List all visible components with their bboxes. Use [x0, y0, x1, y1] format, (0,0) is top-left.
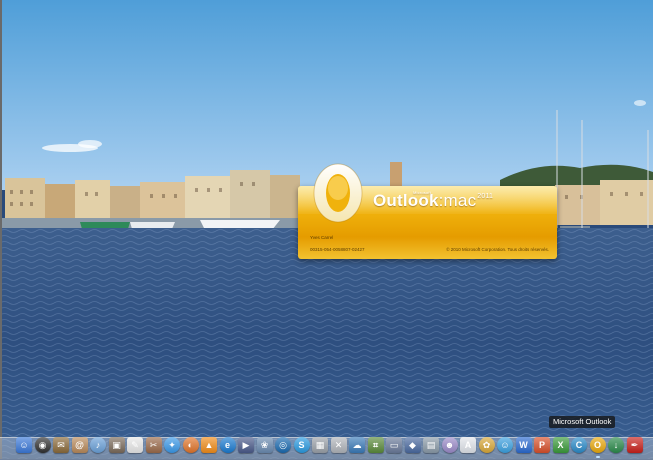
splash-product-name: Microsoft Outlook:mac2011 [373, 190, 494, 211]
finder-icon[interactable]: ☺ [16, 437, 32, 453]
outlook-logo-icon [313, 163, 363, 223]
chat-icon[interactable]: ☻ [441, 437, 458, 453]
skype-icon-glyph: S [298, 440, 305, 450]
splash-brand-year: 2011 [477, 193, 494, 200]
mail-icon-glyph: ✉ [57, 440, 65, 450]
finder-icon-glyph: ☺ [19, 440, 29, 450]
chat-icon-glyph: ☻ [444, 440, 455, 450]
system-prefs-icon-glyph: e [224, 440, 230, 450]
preview-icon[interactable]: ▣ [108, 437, 125, 453]
firefox-icon[interactable]: ◐ [182, 437, 199, 453]
network-icon-glyph: ☁ [352, 440, 362, 450]
acrobat-icon-glyph: ✒ [630, 440, 639, 450]
skype-icon[interactable]: S [293, 437, 310, 453]
communicator-icon[interactable]: C [571, 437, 587, 453]
iphoto-icon[interactable]: ❀ [256, 437, 273, 453]
word-icon-glyph: W [519, 440, 528, 450]
powerpoint-icon[interactable]: P [534, 437, 550, 453]
virtualbox-icon-glyph: ◆ [409, 440, 416, 450]
address-book-icon-glyph: @ [75, 440, 84, 450]
safari-icon[interactable]: ✦ [164, 437, 180, 453]
font-book-icon-glyph: A [464, 440, 472, 450]
ical-icon[interactable]: ◎ [275, 437, 291, 453]
vlc-icon[interactable]: ▲ [201, 437, 217, 453]
messenger-icon[interactable]: ☺ [497, 437, 513, 453]
dock: ☺ ◉ ✉ @ ♪ ▣ ✎ ✂ ✦ ◐ ▲ e ▶ ❀ ◎ S ▦ ✕ ☁ ⌗ ▭ ◆ ▤ ☻ A ✿ ☺ W P X C O ↓ ✒ [16, 433, 653, 458]
window-left-edge [0, 0, 2, 459]
messenger-icon-glyph: ☺ [500, 440, 510, 450]
photo-booth-icon-glyph: ▦ [315, 440, 325, 450]
splash-copyright: © 2010 Microsoft Corporation. Tous droit… [446, 247, 549, 252]
utilities-icon[interactable]: ✕ [330, 437, 347, 453]
splash-user-name: Yves Carrel [310, 235, 334, 240]
splash-microsoft-label: Microsoft [413, 190, 432, 195]
dashboard-icon[interactable]: ◉ [34, 437, 51, 453]
font-book-icon[interactable]: A [460, 437, 476, 453]
activity-monitor-icon-glyph: ▤ [426, 440, 436, 450]
textedit-icon-glyph: ✎ [131, 440, 139, 450]
safari-icon-glyph: ✦ [168, 440, 176, 450]
outlook-icon-glyph: O [593, 440, 601, 450]
network-icon[interactable]: ☁ [349, 437, 365, 453]
ical-icon-glyph: ◎ [279, 440, 287, 450]
communicator-icon-glyph: C [575, 440, 583, 450]
splash-brand-suffix: :mac [438, 191, 477, 210]
vlc-icon-glyph: ▲ [204, 440, 214, 450]
excel-icon-glyph: X [557, 440, 564, 450]
system-prefs-icon[interactable]: e [219, 437, 236, 453]
firefox-icon-glyph: ◐ [187, 440, 194, 450]
imovie-icon[interactable]: ▶ [238, 437, 254, 453]
downloads-icon[interactable]: ↓ [608, 437, 624, 453]
dashboard-icon-glyph: ◉ [38, 440, 47, 450]
preview-icon-glyph: ▣ [112, 440, 121, 450]
utilities-icon-glyph: ✕ [334, 440, 343, 450]
outlook-icon[interactable]: O [589, 437, 606, 458]
calculator-icon[interactable]: ⌗ [367, 437, 384, 453]
itunes-icon[interactable]: ♪ [90, 437, 106, 453]
word-icon[interactable]: W [515, 437, 532, 453]
photo-booth-icon[interactable]: ▦ [312, 437, 328, 453]
activity-monitor-icon[interactable]: ▤ [423, 437, 439, 453]
excel-icon[interactable]: X [552, 437, 569, 453]
script-editor-icon-glyph: ✂ [149, 440, 158, 450]
iphoto-icon-glyph: ❀ [260, 440, 269, 450]
colorsync-icon-glyph: ✿ [482, 440, 491, 450]
display-icon[interactable]: ▭ [386, 437, 402, 453]
address-book-icon[interactable]: @ [71, 437, 88, 453]
mail-icon[interactable]: ✉ [53, 437, 69, 453]
imovie-icon-glyph: ▶ [242, 440, 250, 450]
acrobat-icon[interactable]: ✒ [626, 437, 643, 453]
outlook-splash-screen: Microsoft Outlook:mac2011 Yves Carrel 00… [298, 163, 557, 259]
colorsync-icon[interactable]: ✿ [478, 437, 495, 453]
dock-tooltip: Microsoft Outlook [549, 416, 616, 428]
splash-serial-number: 00315-054-0058807-02427 [310, 247, 365, 252]
itunes-icon-glyph: ♪ [95, 440, 101, 450]
downloads-icon-glyph: ↓ [613, 440, 619, 450]
display-icon-glyph: ▭ [389, 440, 399, 450]
calculator-icon-glyph: ⌗ [372, 440, 379, 450]
textedit-icon[interactable]: ✎ [127, 437, 143, 453]
virtualbox-icon[interactable]: ◆ [404, 437, 421, 453]
script-editor-icon[interactable]: ✂ [145, 437, 162, 453]
powerpoint-icon-glyph: P [538, 440, 545, 450]
